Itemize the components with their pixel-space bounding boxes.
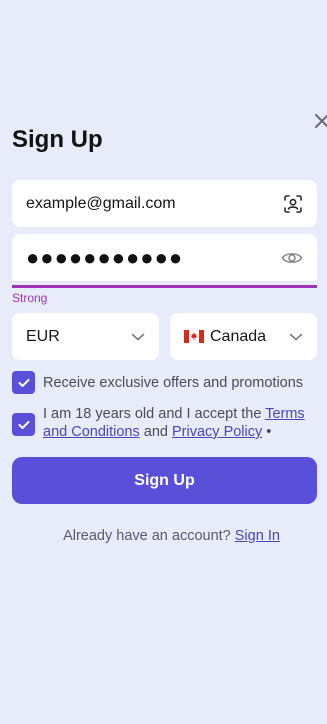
country-value: Canada [210,327,267,345]
canada-flag-icon [184,330,204,343]
privacy-link[interactable]: Privacy Policy [172,424,262,440]
sign-in-prompt-text: Already have an account? [63,528,235,544]
page-title: Sign Up [12,126,103,153]
password-strength-bar [12,285,317,288]
face-scan-icon[interactable] [283,194,303,214]
chevron-down-icon [289,333,303,341]
sign-up-button[interactable]: Sign Up [12,457,317,504]
offers-checkbox-row: Receive exclusive offers and promotions [12,371,317,394]
close-button[interactable] [312,110,327,132]
eye-icon[interactable] [281,250,303,266]
password-strength-label: Strong [12,291,48,305]
terms-suffix: • [262,424,272,440]
terms-middle: and [139,424,172,440]
country-select[interactable]: Canada [170,313,317,360]
email-field[interactable]: example@gmail.com [12,180,317,227]
close-icon [315,114,327,128]
checkmark-icon [18,420,29,429]
password-value[interactable]: ●●●●●●●●●●● [26,246,281,269]
email-value[interactable]: example@gmail.com [26,195,283,213]
offers-checkbox[interactable] [12,371,35,394]
password-field[interactable]: ●●●●●●●●●●● [12,234,317,281]
currency-value: EUR [26,327,60,345]
terms-checkbox[interactable] [12,413,35,436]
sign-in-prompt: Already have an account? Sign In [0,528,327,544]
currency-select[interactable]: EUR [12,313,159,360]
sign-in-link[interactable]: Sign In [235,528,280,544]
terms-prefix: I am 18 years old and I accept the [43,406,266,422]
terms-label: I am 18 years old and I accept the Terms… [43,405,317,441]
checkmark-icon [18,378,29,387]
chevron-down-icon [131,333,145,341]
offers-label: Receive exclusive offers and promotions [43,375,304,391]
terms-checkbox-row: I am 18 years old and I accept the Terms… [12,405,317,441]
